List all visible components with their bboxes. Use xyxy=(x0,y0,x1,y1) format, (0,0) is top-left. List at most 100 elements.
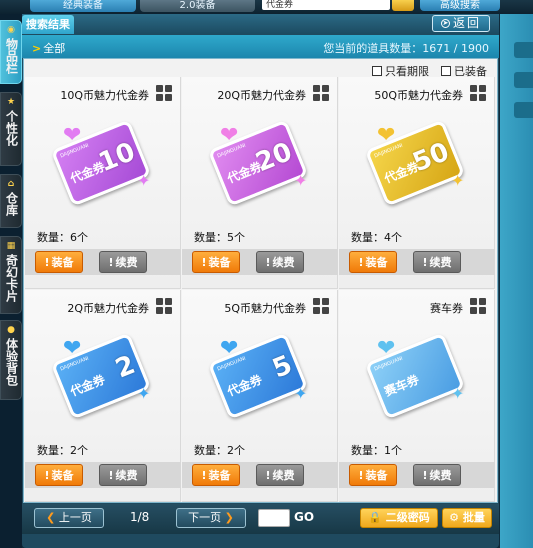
back-button[interactable]: ➤ 返回 xyxy=(432,15,490,32)
alert-icon: ! xyxy=(44,469,50,482)
filter-all[interactable]: > 全部 xyxy=(32,40,65,56)
renew-button[interactable]: ! 续费 xyxy=(99,464,147,486)
renew-button[interactable]: ! 续费 xyxy=(99,251,147,273)
nav-item-trial-bag[interactable]: ● 体验背包 xyxy=(0,320,22,400)
item-card[interactable]: 赛车券 ❤ DAJINGUANI 赛车券 ✦ 数量：1个! 装备! 续费 xyxy=(339,290,495,502)
equip-button[interactable]: ! 装备 xyxy=(192,464,240,486)
renew-button[interactable]: ! 续费 xyxy=(413,464,461,486)
panel-header: 搜索结果 ➤ 返回 xyxy=(22,14,499,34)
item-card[interactable]: 10Q币魅力代金券 ❤ DAJINGUANI 代金券 10 ✦ 数量：6个! 装备! 续费 xyxy=(25,77,181,289)
item-actions: ! 装备 ! 续费 xyxy=(25,249,181,275)
grid-view-icon[interactable] xyxy=(313,298,329,314)
ticket-brand: DAJINGUANI xyxy=(59,355,90,373)
equip-label: 装备 xyxy=(365,256,388,269)
checkbox-box[interactable] xyxy=(372,66,382,76)
lock-icon: 🔒 xyxy=(368,511,382,524)
search-icon[interactable] xyxy=(392,0,414,11)
equip-button[interactable]: ! 装备 xyxy=(349,251,397,273)
item-name: 20Q币魅力代金券 xyxy=(217,89,306,102)
card-icon: ▦ xyxy=(6,241,16,251)
item-quantity: 数量：2个 xyxy=(194,444,245,457)
alert-icon: ! xyxy=(201,469,207,482)
grid-view-icon[interactable] xyxy=(156,85,172,101)
item-name: 2Q币魅力代金券 xyxy=(67,302,149,315)
item-card[interactable]: 2Q币魅力代金券 ❤ DAJINGUANI 代金券 2 ✦ 数量：2个! 装备! 续费 xyxy=(25,290,181,502)
ticket-brand: DAJINGUANI xyxy=(373,142,404,160)
sidebar-handle[interactable] xyxy=(514,42,533,58)
ticket-brand: DAJINGUANI xyxy=(373,355,404,373)
next-page-button[interactable]: 下一页 ❯ xyxy=(176,508,246,528)
grid-view-icon[interactable] xyxy=(470,298,486,314)
sparkle-icon: ✦ xyxy=(294,384,308,403)
prev-page-button[interactable]: ❮ 上一页 xyxy=(34,508,104,528)
nav-item-personalize[interactable]: ★ 个性化 xyxy=(0,92,22,166)
batch-button[interactable]: ⚙ 批量 xyxy=(442,508,492,528)
item-card[interactable]: 5Q币魅力代金券 ❤ DAJINGUANI 代金券 5 ✦ 数量：2个! 装备! 续费 xyxy=(182,290,338,502)
lock-icon: ● xyxy=(7,325,15,335)
renew-button[interactable]: ! 续费 xyxy=(256,251,304,273)
top-bar: 经典装备 2.0装备 代金券 高级搜索 xyxy=(0,0,533,14)
checkbox-box[interactable] xyxy=(441,66,451,76)
item-actions: ! 装备 ! 续费 xyxy=(339,462,495,488)
equip-button[interactable]: ! 装备 xyxy=(192,251,240,273)
equip-label: 装备 xyxy=(365,469,388,482)
house-icon: ⌂ xyxy=(7,179,15,189)
item-name: 50Q币魅力代金券 xyxy=(374,89,463,102)
item-quantity: 数量：6个 xyxy=(37,231,88,244)
right-sidebar xyxy=(500,14,533,548)
renew-label: 续费 xyxy=(429,469,452,482)
sidebar-handle[interactable] xyxy=(514,72,533,88)
item-quantity: 数量：5个 xyxy=(194,231,245,244)
alert-icon: ! xyxy=(201,256,207,269)
next-label: 下一页 xyxy=(188,511,222,524)
advanced-search-button[interactable]: 高级搜索 xyxy=(420,0,500,11)
item-actions: ! 装备 ! 续费 xyxy=(182,249,338,275)
equip-button[interactable]: ! 装备 xyxy=(349,464,397,486)
item-grid: 10Q币魅力代金券 ❤ DAJINGUANI 代金券 10 ✦ 数量：6个! 装备! 续费 20Q… xyxy=(25,77,496,502)
ticket-value: 2 xyxy=(111,349,140,385)
item-image: ❤ DAJINGUANI 代金券 10 ✦ xyxy=(50,117,153,217)
ticket-label: 代金券 xyxy=(68,372,107,399)
tab-2-0-equipment[interactable]: 2.0装备 xyxy=(140,0,255,12)
grid-view-icon[interactable] xyxy=(156,298,172,314)
item-quantity: 数量：1个 xyxy=(351,444,402,457)
chevron-right-icon: > xyxy=(32,42,42,55)
renew-button[interactable]: ! 续费 xyxy=(256,464,304,486)
item-name: 5Q币魅力代金券 xyxy=(224,302,306,315)
nav-label: 个性化 xyxy=(4,110,19,146)
page-number-input[interactable] xyxy=(258,509,290,527)
chevron-left-icon: ❮ xyxy=(46,511,56,524)
item-card[interactable]: 20Q币魅力代金券 ❤ DAJINGUANI 代金券 20 ✦ 数量：5个 ! 装备 ! 续费 xyxy=(182,77,338,289)
nav-label: 体验背包 xyxy=(4,338,19,386)
alert-icon: ! xyxy=(422,256,428,269)
item-actions: ! 装备 ! 续费 xyxy=(25,462,181,488)
ticket-label: 赛车券 xyxy=(382,372,421,399)
back-arrow-icon: ➤ xyxy=(440,19,450,28)
search-input[interactable]: 代金券 xyxy=(262,0,390,10)
alert-icon: ! xyxy=(108,256,114,269)
item-name: 赛车券 xyxy=(430,302,463,315)
sidebar-handle[interactable] xyxy=(514,102,533,118)
inventory-panel: 搜索结果 ➤ 返回 > 全部 您当前的道具数量：1671 / 1900 只看期限 已… xyxy=(22,14,499,548)
go-button[interactable]: GO xyxy=(294,510,314,524)
tab-classic-equipment[interactable]: 经典装备 xyxy=(30,0,136,12)
alert-icon: ! xyxy=(265,256,271,269)
grid-view-icon[interactable] xyxy=(470,85,486,101)
tab-search-results[interactable]: 搜索结果 xyxy=(22,15,74,34)
item-card[interactable]: 50Q币魅力代金券 ❤ DAJINGUANI 代金券 50 ✦ 数量：4个! 装备! 续费 xyxy=(339,77,495,289)
sparkle-icon: ✦ xyxy=(451,171,465,190)
nav-item-inventory[interactable]: ◉ 物品栏 xyxy=(0,20,22,84)
equip-button[interactable]: ! 装备 xyxy=(35,464,83,486)
nav-item-fantasy-cards[interactable]: ▦ 奇幻卡片 xyxy=(0,236,22,314)
secondary-password-button[interactable]: 🔒 二级密码 xyxy=(360,508,438,528)
renew-button[interactable]: ! 续费 xyxy=(413,251,461,273)
sparkle-icon: ✦ xyxy=(137,171,151,190)
nav-item-warehouse[interactable]: ⌂ 仓库 xyxy=(0,174,22,228)
renew-label: 续费 xyxy=(429,256,452,269)
grid-view-icon[interactable] xyxy=(313,85,329,101)
item-image: ❤ DAJINGUANI 代金券 20 ✦ xyxy=(207,117,310,217)
equip-button[interactable]: ! 装备 xyxy=(35,251,83,273)
alert-icon: ! xyxy=(265,469,271,482)
equip-label: 装备 xyxy=(51,469,74,482)
item-quantity: 数量：2个 xyxy=(37,444,88,457)
